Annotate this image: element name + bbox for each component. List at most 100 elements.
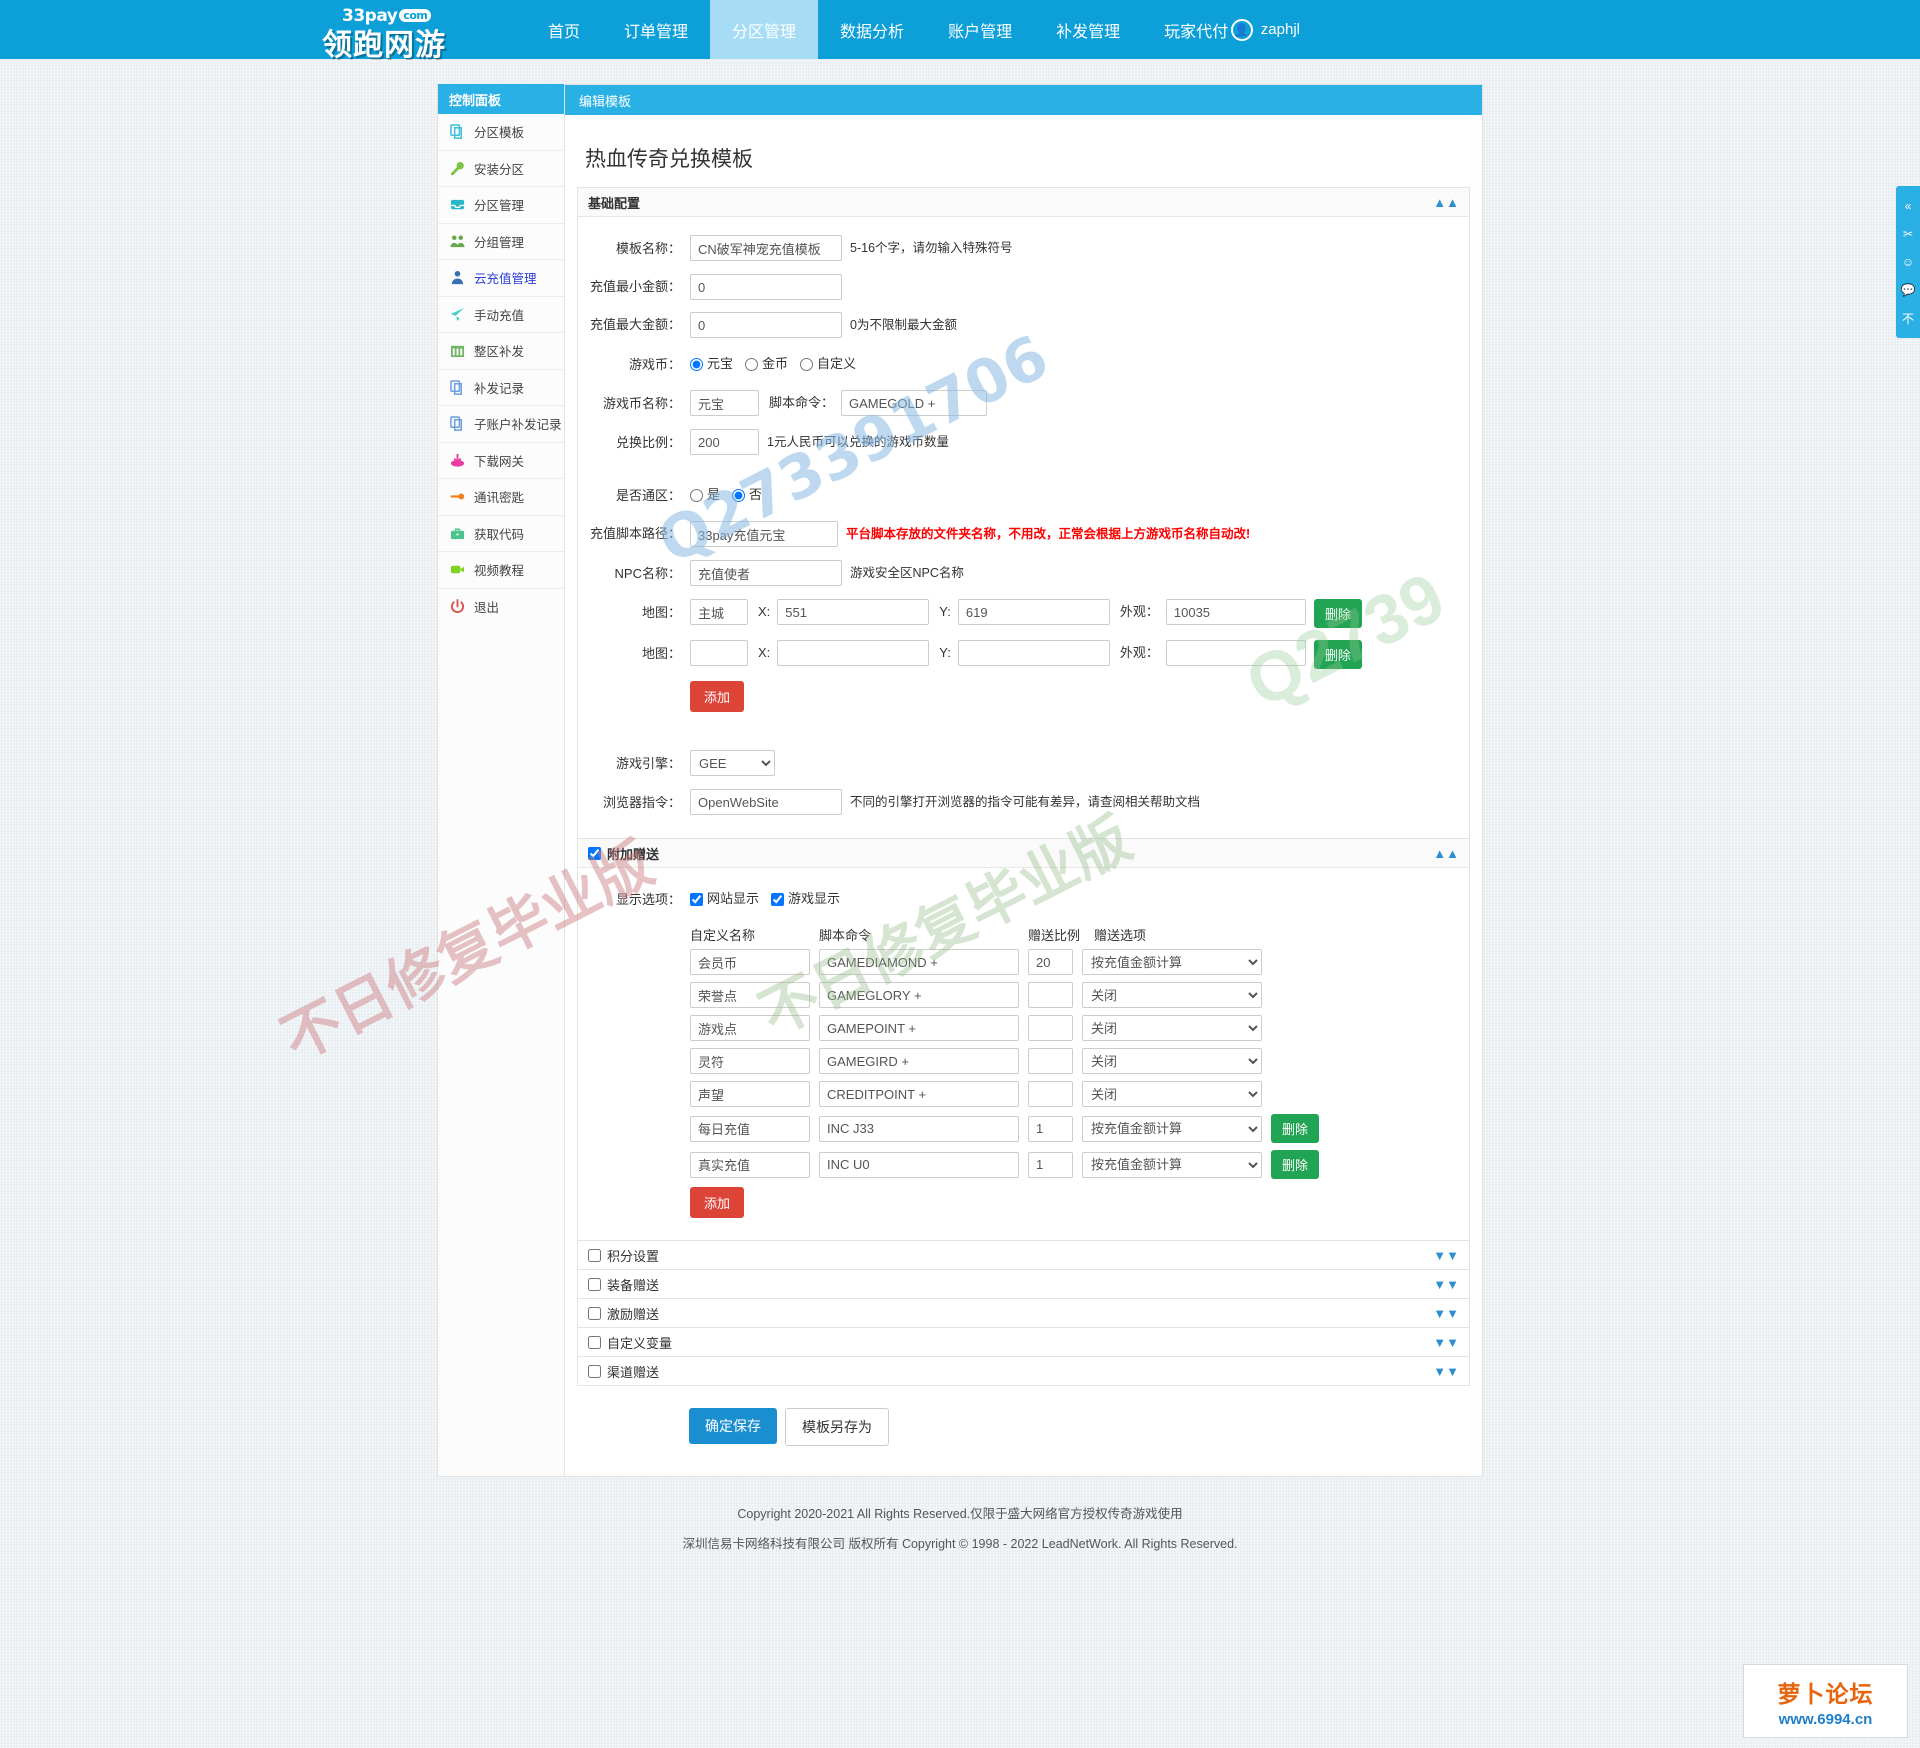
- gift-option-select[interactable]: 关闭按充值金额计算: [1082, 1048, 1262, 1074]
- chevron-down-icon[interactable]: ▼▼: [1433, 1335, 1459, 1350]
- gift-cmd-input[interactable]: [819, 1151, 1019, 1178]
- sidebar-item-4[interactable]: 云充值管理: [438, 260, 564, 297]
- delete-gift-button[interactable]: 删除: [1271, 1114, 1320, 1143]
- collapsed-section-3[interactable]: 自定义变量 ▼▼: [577, 1328, 1470, 1357]
- gift-cmd-input[interactable]: [819, 1115, 1019, 1142]
- map-look-input[interactable]: [1165, 640, 1306, 666]
- gift-option-select[interactable]: 关闭按充值金额计算: [1082, 1115, 1262, 1142]
- nav-item-zones[interactable]: 分区管理: [710, 0, 819, 59]
- map-name-input[interactable]: [690, 640, 748, 666]
- sidebar-item-7[interactable]: 补发记录: [438, 369, 564, 406]
- npc-name-input[interactable]: [690, 560, 842, 586]
- map-x-input[interactable]: [777, 599, 930, 625]
- sidebar-item-6[interactable]: 整区补发: [438, 333, 564, 370]
- gift-name-input[interactable]: [690, 1115, 810, 1142]
- chevron-up-icon[interactable]: ▲▲: [1433, 195, 1459, 210]
- nav-item-analytics[interactable]: 数据分析: [818, 0, 926, 59]
- map-name-input[interactable]: [690, 599, 748, 625]
- chevron-down-icon[interactable]: ▼▼: [1433, 1277, 1459, 1292]
- currency-option-yuanbao[interactable]: 元宝: [690, 351, 733, 377]
- section-checkbox[interactable]: [588, 1306, 601, 1320]
- add-map-button[interactable]: 添加: [690, 681, 745, 712]
- sidebar-item-13[interactable]: 退出: [438, 588, 564, 625]
- collapsed-section-2[interactable]: 激励赠送 ▼▼: [577, 1299, 1470, 1328]
- gift-cmd-input[interactable]: [819, 1015, 1019, 1041]
- nav-item-home[interactable]: 首页: [526, 0, 602, 59]
- gift-option-select[interactable]: 关闭按充值金额计算: [1082, 982, 1262, 1008]
- crosszone-option-yes[interactable]: 是: [690, 482, 720, 508]
- delete-gift-button[interactable]: 删除: [1271, 1150, 1320, 1179]
- sidebar-item-5[interactable]: 手动充值: [438, 296, 564, 333]
- display-option-website[interactable]: 网站显示: [690, 886, 759, 912]
- gift-ratio-input[interactable]: [1028, 982, 1073, 1008]
- dock-item-bu[interactable]: 不: [1896, 304, 1920, 332]
- chat-icon[interactable]: 💬: [1896, 276, 1920, 304]
- nav-item-orders[interactable]: 订单管理: [602, 0, 710, 59]
- sidebar-item-12[interactable]: 视频教程: [438, 552, 564, 589]
- template-name-input[interactable]: [690, 235, 842, 261]
- exchange-ratio-input[interactable]: [690, 429, 759, 455]
- user-menu[interactable]: 👤 zaphjl: [1230, 0, 1300, 59]
- collapsed-section-4[interactable]: 渠道赠送 ▼▼: [577, 1357, 1470, 1386]
- gift-option-select[interactable]: 关闭按充值金额计算: [1082, 1015, 1262, 1041]
- gift-name-input[interactable]: [690, 1151, 810, 1178]
- gift-ratio-input[interactable]: [1028, 1115, 1073, 1142]
- sidebar-item-2[interactable]: 分区管理: [438, 187, 564, 224]
- gift-cmd-input[interactable]: [819, 982, 1019, 1008]
- delete-map-button[interactable]: 删除: [1313, 599, 1362, 628]
- chevron-down-icon[interactable]: ▼▼: [1433, 1248, 1459, 1263]
- gift-name-input[interactable]: [690, 1081, 810, 1107]
- save-as-template-button[interactable]: 模板另存为: [785, 1408, 889, 1446]
- gift-ratio-input[interactable]: [1028, 1015, 1073, 1041]
- currency-name-input[interactable]: [690, 390, 759, 416]
- section-checkbox[interactable]: [588, 1335, 601, 1349]
- collapsed-section-1[interactable]: 装备赠送 ▼▼: [577, 1270, 1470, 1299]
- max-amount-input[interactable]: [690, 312, 842, 338]
- chevron-down-icon[interactable]: ▼▼: [1433, 1364, 1459, 1379]
- crosszone-option-no[interactable]: 否: [732, 482, 762, 508]
- currency-option-custom[interactable]: 自定义: [800, 351, 856, 377]
- delete-map-button[interactable]: 删除: [1313, 640, 1362, 669]
- min-amount-input[interactable]: [690, 274, 842, 300]
- currency-option-jinbi[interactable]: 金币: [745, 351, 788, 377]
- gift-panel-checkbox[interactable]: [588, 846, 601, 860]
- nav-item-account[interactable]: 账户管理: [926, 0, 1034, 59]
- map-x-input[interactable]: [777, 640, 930, 666]
- currency-radio-yuanbao[interactable]: [690, 357, 703, 371]
- sidebar-item-10[interactable]: 通讯密匙: [438, 479, 564, 516]
- collapse-icon[interactable]: «: [1896, 192, 1920, 220]
- chevron-down-icon[interactable]: ▼▼: [1433, 1306, 1459, 1321]
- gift-ratio-input[interactable]: [1028, 1081, 1073, 1107]
- crosszone-radio-yes[interactable]: [690, 488, 703, 502]
- section-checkbox[interactable]: [588, 1364, 601, 1378]
- site-logo[interactable]: 33pay com 领跑网游: [318, 0, 496, 63]
- gift-option-select[interactable]: 关闭按充值金额计算: [1082, 1081, 1262, 1107]
- smiley-icon[interactable]: ☺: [1896, 248, 1920, 276]
- chevron-up-icon[interactable]: ▲▲: [1433, 846, 1459, 861]
- gift-name-input[interactable]: [690, 982, 810, 1008]
- display-option-game[interactable]: 游戏显示: [771, 886, 840, 912]
- gift-ratio-input[interactable]: [1028, 1151, 1073, 1178]
- gift-name-input[interactable]: [690, 1015, 810, 1041]
- collapsed-section-0[interactable]: 积分设置 ▼▼: [577, 1241, 1470, 1270]
- scissors-icon[interactable]: ✂: [1896, 220, 1920, 248]
- add-gift-button[interactable]: 添加: [690, 1187, 745, 1218]
- gift-cmd-input[interactable]: [819, 1081, 1019, 1107]
- gift-ratio-input[interactable]: [1028, 1048, 1073, 1074]
- engine-select[interactable]: GEEGOMBLUEV8: [690, 750, 775, 776]
- gift-option-select[interactable]: 关闭按充值金额计算: [1082, 1151, 1262, 1178]
- sidebar-item-9[interactable]: 下载网关: [438, 442, 564, 479]
- crosszone-radio-no[interactable]: [732, 488, 746, 502]
- section-checkbox[interactable]: [588, 1248, 601, 1262]
- display-checkbox-website[interactable]: [690, 892, 703, 906]
- sidebar-item-8[interactable]: 子账户补发记录: [438, 406, 564, 443]
- currency-radio-jinbi[interactable]: [745, 357, 759, 371]
- nav-item-reissue[interactable]: 补发管理: [1034, 0, 1142, 59]
- sidebar-item-3[interactable]: 分组管理: [438, 223, 564, 260]
- gift-option-select[interactable]: 关闭按充值金额计算: [1082, 949, 1262, 975]
- display-checkbox-game[interactable]: [771, 892, 785, 906]
- map-look-input[interactable]: [1165, 599, 1306, 625]
- section-checkbox[interactable]: [588, 1277, 601, 1291]
- gift-cmd-input[interactable]: [819, 1048, 1019, 1074]
- map-y-input[interactable]: [957, 640, 1110, 666]
